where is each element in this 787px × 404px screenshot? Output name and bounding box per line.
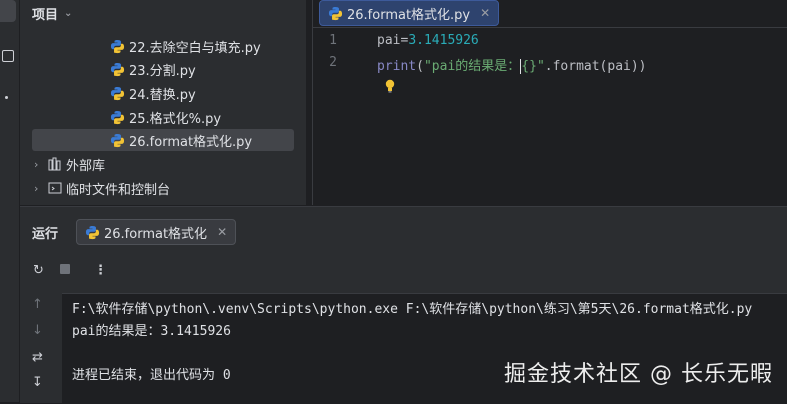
line-number: 1 — [329, 33, 337, 48]
code-token: ( — [416, 59, 424, 74]
console-line: F:\软件存储\python\.venv\Scripts\python.exe … — [72, 302, 753, 317]
python-file-icon — [110, 133, 125, 147]
rerun-icon[interactable]: ↻ — [33, 263, 44, 278]
console-line: 进程已结束，退出代码为 0 — [72, 368, 231, 383]
file-item[interactable]: 22.去除空白与填充.py — [110, 35, 261, 57]
project-tool-button[interactable] — [0, 0, 16, 22]
file-item[interactable]: 23.分割.py — [110, 58, 196, 80]
scroll-to-end-icon[interactable]: ↧ — [32, 375, 43, 390]
project-panel-header[interactable]: 项目 ⌄ — [32, 2, 72, 24]
chevron-right-icon[interactable]: › — [34, 158, 48, 171]
project-title: 项目 — [32, 7, 59, 23]
scratches-node[interactable]: › 临时文件和控制台 — [34, 177, 170, 199]
file-name: 22.去除空白与填充.py — [129, 40, 261, 56]
code-token: pai — [377, 33, 401, 48]
external-libraries-label: 外部库 — [66, 158, 106, 174]
chevron-down-icon[interactable]: ⌄ — [64, 8, 72, 19]
python-file-icon — [110, 62, 125, 76]
editor-tab-active[interactable]: 26.format格式化.py ✕ — [319, 0, 500, 26]
editor-tab-label: 26.format格式化.py — [347, 7, 471, 23]
close-icon[interactable]: ✕ — [480, 6, 490, 20]
python-file-icon — [110, 39, 125, 53]
more-tools-icon[interactable] — [5, 96, 8, 99]
watermark: 掘金技术社区 @ 长乐无暇 — [504, 362, 773, 387]
code-token: " — [536, 59, 545, 74]
file-name: 24.替换.py — [129, 87, 196, 103]
close-icon[interactable]: ✕ — [217, 225, 227, 239]
python-file-icon — [110, 86, 125, 100]
file-name: 26.format格式化.py — [129, 134, 253, 150]
text-caret: {} — [520, 59, 537, 74]
file-name: 25.格式化%.py — [129, 111, 222, 127]
external-libraries-node[interactable]: › 外部库 — [34, 153, 105, 175]
python-file-icon — [110, 110, 125, 124]
file-item[interactable]: 25.格式化%.py — [110, 106, 221, 128]
stop-icon[interactable] — [60, 264, 70, 274]
console-line: pai的结果是：3.1415926 — [72, 324, 231, 339]
scroll-down-icon[interactable]: ↓ — [32, 323, 43, 338]
code-line-1[interactable]: pai=3.1415926 — [377, 33, 479, 48]
editor-tab-bar: 26.format格式化.py ✕ — [313, 0, 787, 28]
python-file-icon — [85, 225, 100, 239]
editor-panel: 26.format格式化.py ✕ 1 2 pai=3.1415926 prin… — [312, 0, 787, 205]
library-icon — [48, 157, 61, 171]
run-tab[interactable]: 26.format格式化 ✕ — [76, 219, 237, 245]
run-tab-label: 26.format格式化 — [104, 226, 208, 242]
scroll-up-icon[interactable]: ↑ — [32, 297, 43, 312]
file-item[interactable]: 24.替换.py — [110, 82, 196, 104]
soft-wrap-icon[interactable]: ⇄ — [32, 350, 43, 365]
code-token: 3.1415926 — [408, 33, 479, 48]
code-token: .format(pai)) — [544, 59, 647, 74]
code-line-2[interactable]: print("pai的结果是：{}".format(pai)) — [377, 55, 647, 74]
scratches-icon — [48, 182, 62, 194]
line-number: 2 — [329, 55, 337, 70]
file-item-selected[interactable]: 26.format格式化.py — [32, 129, 294, 151]
tool-window-strip — [0, 0, 20, 402]
structure-icon[interactable] — [2, 50, 14, 62]
more-options-icon[interactable]: ⋮ — [94, 263, 107, 278]
code-token: "pai的结果是： — [423, 59, 521, 74]
run-panel-title: 运行 — [32, 227, 59, 242]
scratches-label: 临时文件和控制台 — [66, 182, 171, 198]
lightbulb-icon[interactable] — [384, 79, 396, 93]
project-panel: 项目 ⌄ 22.去除空白与填充.py 23.分割.py 24.替换.py 25.… — [20, 0, 321, 205]
code-token: print — [377, 59, 417, 74]
file-name: 23.分割.py — [129, 63, 196, 79]
python-file-icon — [328, 6, 343, 20]
chevron-right-icon[interactable]: › — [34, 182, 48, 195]
